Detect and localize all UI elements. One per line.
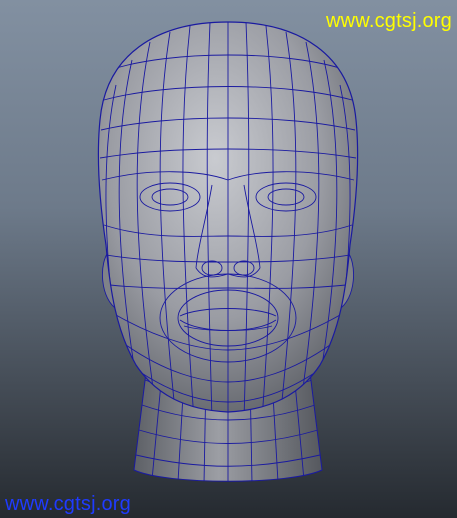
watermark-bottom: www.cgtsj.org xyxy=(5,493,131,515)
watermark-top: www.cgtsj.org xyxy=(326,10,452,32)
head-model[interactable] xyxy=(0,0,457,518)
3d-viewport[interactable]: www.cgtsj.org www.cgtsj.org xyxy=(0,0,457,518)
head-mesh xyxy=(97,21,359,413)
